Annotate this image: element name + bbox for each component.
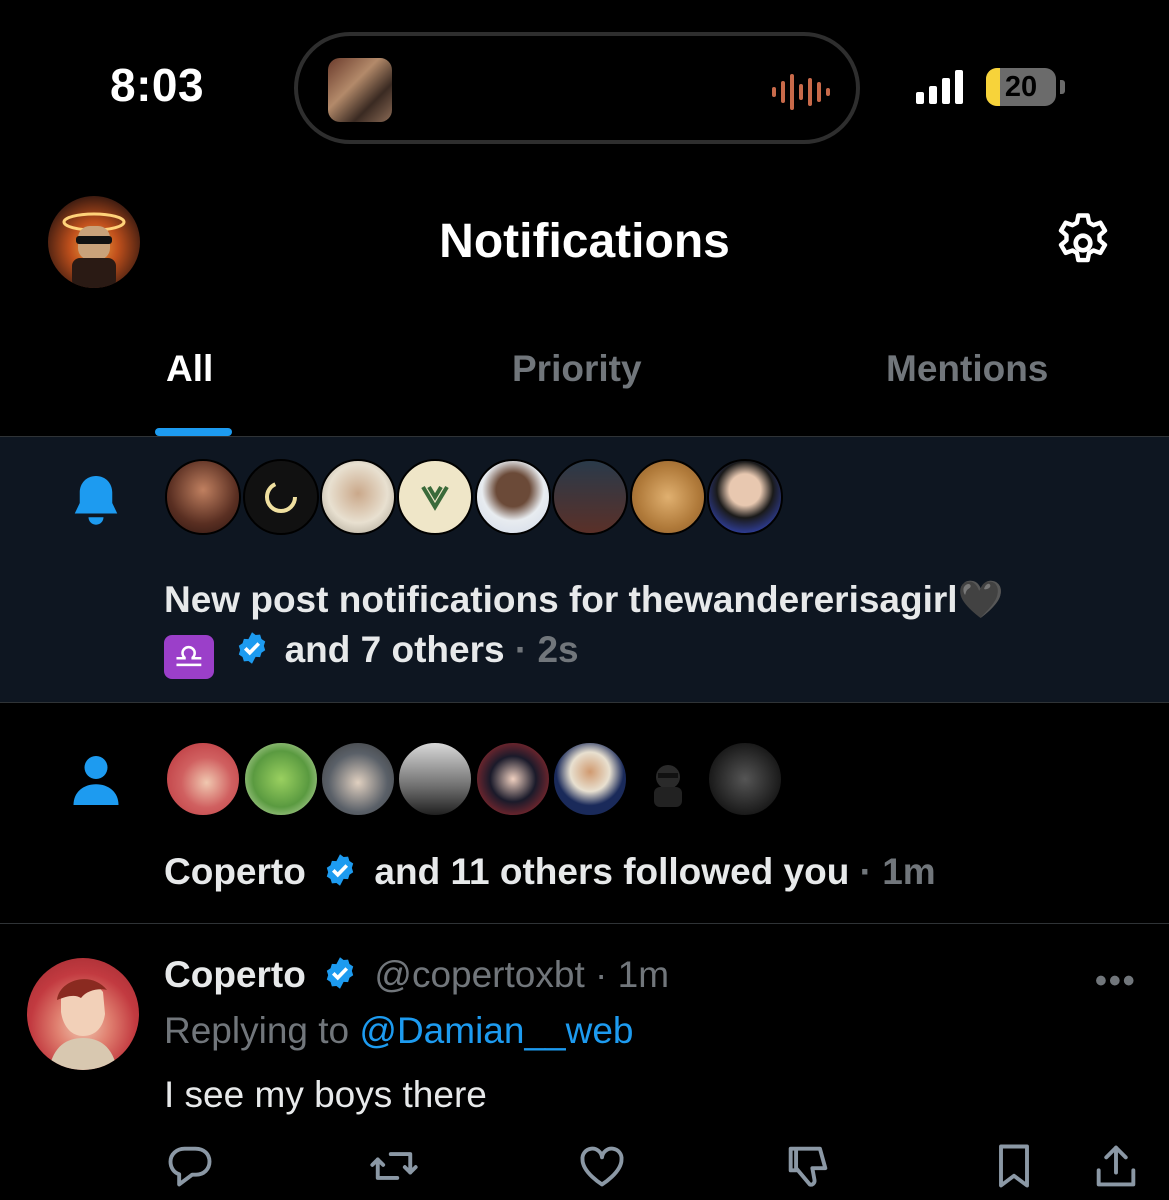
bell-icon bbox=[74, 476, 118, 525]
settings-gear-icon[interactable] bbox=[1050, 210, 1116, 276]
repost-icon[interactable] bbox=[368, 1140, 420, 1192]
avatar[interactable] bbox=[707, 459, 783, 535]
follower-name[interactable]: Coperto bbox=[164, 851, 306, 892]
post-author-avatar[interactable] bbox=[27, 958, 139, 1070]
avatar[interactable] bbox=[630, 459, 706, 535]
avatar[interactable] bbox=[397, 741, 473, 817]
cellular-signal-icon bbox=[916, 70, 963, 104]
post-author-name[interactable]: Coperto bbox=[164, 954, 306, 995]
active-tab-indicator bbox=[155, 428, 232, 436]
avatar[interactable] bbox=[707, 741, 783, 817]
avatar[interactable] bbox=[320, 459, 396, 535]
notification-text: Coperto and 11 others followed you · 1m bbox=[164, 851, 936, 893]
avatar[interactable] bbox=[475, 459, 551, 535]
reply-icon[interactable] bbox=[164, 1140, 216, 1192]
notification-time: 2s bbox=[537, 629, 579, 670]
audio-waveform-icon bbox=[772, 72, 830, 112]
avatar[interactable] bbox=[243, 741, 319, 817]
like-heart-icon[interactable] bbox=[576, 1140, 628, 1192]
avatar[interactable] bbox=[552, 741, 628, 817]
notification-time: 1m bbox=[882, 851, 936, 892]
page-title: Notifications bbox=[439, 215, 730, 268]
battery-icon: 20 bbox=[986, 68, 1056, 106]
bookmark-icon[interactable] bbox=[988, 1140, 1040, 1192]
avatar[interactable] bbox=[165, 741, 241, 817]
separator-dot: · bbox=[859, 851, 872, 892]
avatar[interactable] bbox=[552, 459, 628, 535]
battery-percent: 20 bbox=[1004, 71, 1038, 103]
battery-tip bbox=[1060, 80, 1065, 94]
more-options-icon[interactable]: ••• bbox=[1095, 962, 1137, 1001]
verified-badge-icon bbox=[326, 957, 354, 989]
avatar[interactable] bbox=[475, 741, 551, 817]
replying-prefix: Replying to bbox=[164, 1010, 350, 1051]
avatar[interactable] bbox=[397, 459, 473, 535]
post-time: 1m bbox=[617, 954, 670, 995]
tab-all[interactable]: All bbox=[166, 348, 213, 390]
tab-priority[interactable]: Priority bbox=[512, 348, 642, 390]
notification-text-line2: ♎ and 7 others · 2s bbox=[164, 629, 579, 679]
dynamic-island[interactable] bbox=[294, 32, 860, 144]
notification-new-posts[interactable]: New post notifications for thewandereris… bbox=[0, 437, 1169, 702]
divider bbox=[0, 923, 1169, 924]
replying-to: Replying to @Damian__web bbox=[164, 1010, 633, 1052]
avatar[interactable] bbox=[320, 741, 396, 817]
replying-to-link[interactable]: @Damian__web bbox=[359, 1010, 633, 1051]
separator-dot: · bbox=[514, 629, 528, 670]
downvote-icon[interactable] bbox=[782, 1140, 834, 1192]
notification-others: and 7 others bbox=[284, 629, 505, 670]
person-icon bbox=[73, 756, 119, 805]
status-time: 8:03 bbox=[110, 59, 205, 111]
separator-dot: · bbox=[595, 954, 608, 995]
avatar[interactable] bbox=[630, 741, 706, 817]
tab-mentions[interactable]: Mentions bbox=[886, 348, 1048, 390]
verified-badge-icon bbox=[239, 632, 266, 664]
post-header: Coperto @copertoxbt · 1m bbox=[164, 954, 669, 996]
share-icon[interactable] bbox=[1090, 1140, 1142, 1192]
avatar[interactable] bbox=[165, 459, 241, 535]
post-author-handle[interactable]: @copertoxbt bbox=[374, 954, 584, 995]
post-body: I see my boys there bbox=[164, 1074, 487, 1115]
now-playing-artwork[interactable] bbox=[328, 58, 392, 122]
libra-emoji-icon: ♎ bbox=[164, 635, 214, 679]
verified-badge-icon bbox=[326, 854, 354, 886]
notification-text: New post notifications for thewandereris… bbox=[164, 579, 1004, 620]
avatar[interactable] bbox=[243, 459, 319, 535]
follow-text: and 11 others followed you bbox=[374, 851, 850, 892]
notification-followers[interactable]: Coperto and 11 others followed you · 1m bbox=[0, 703, 1169, 923]
